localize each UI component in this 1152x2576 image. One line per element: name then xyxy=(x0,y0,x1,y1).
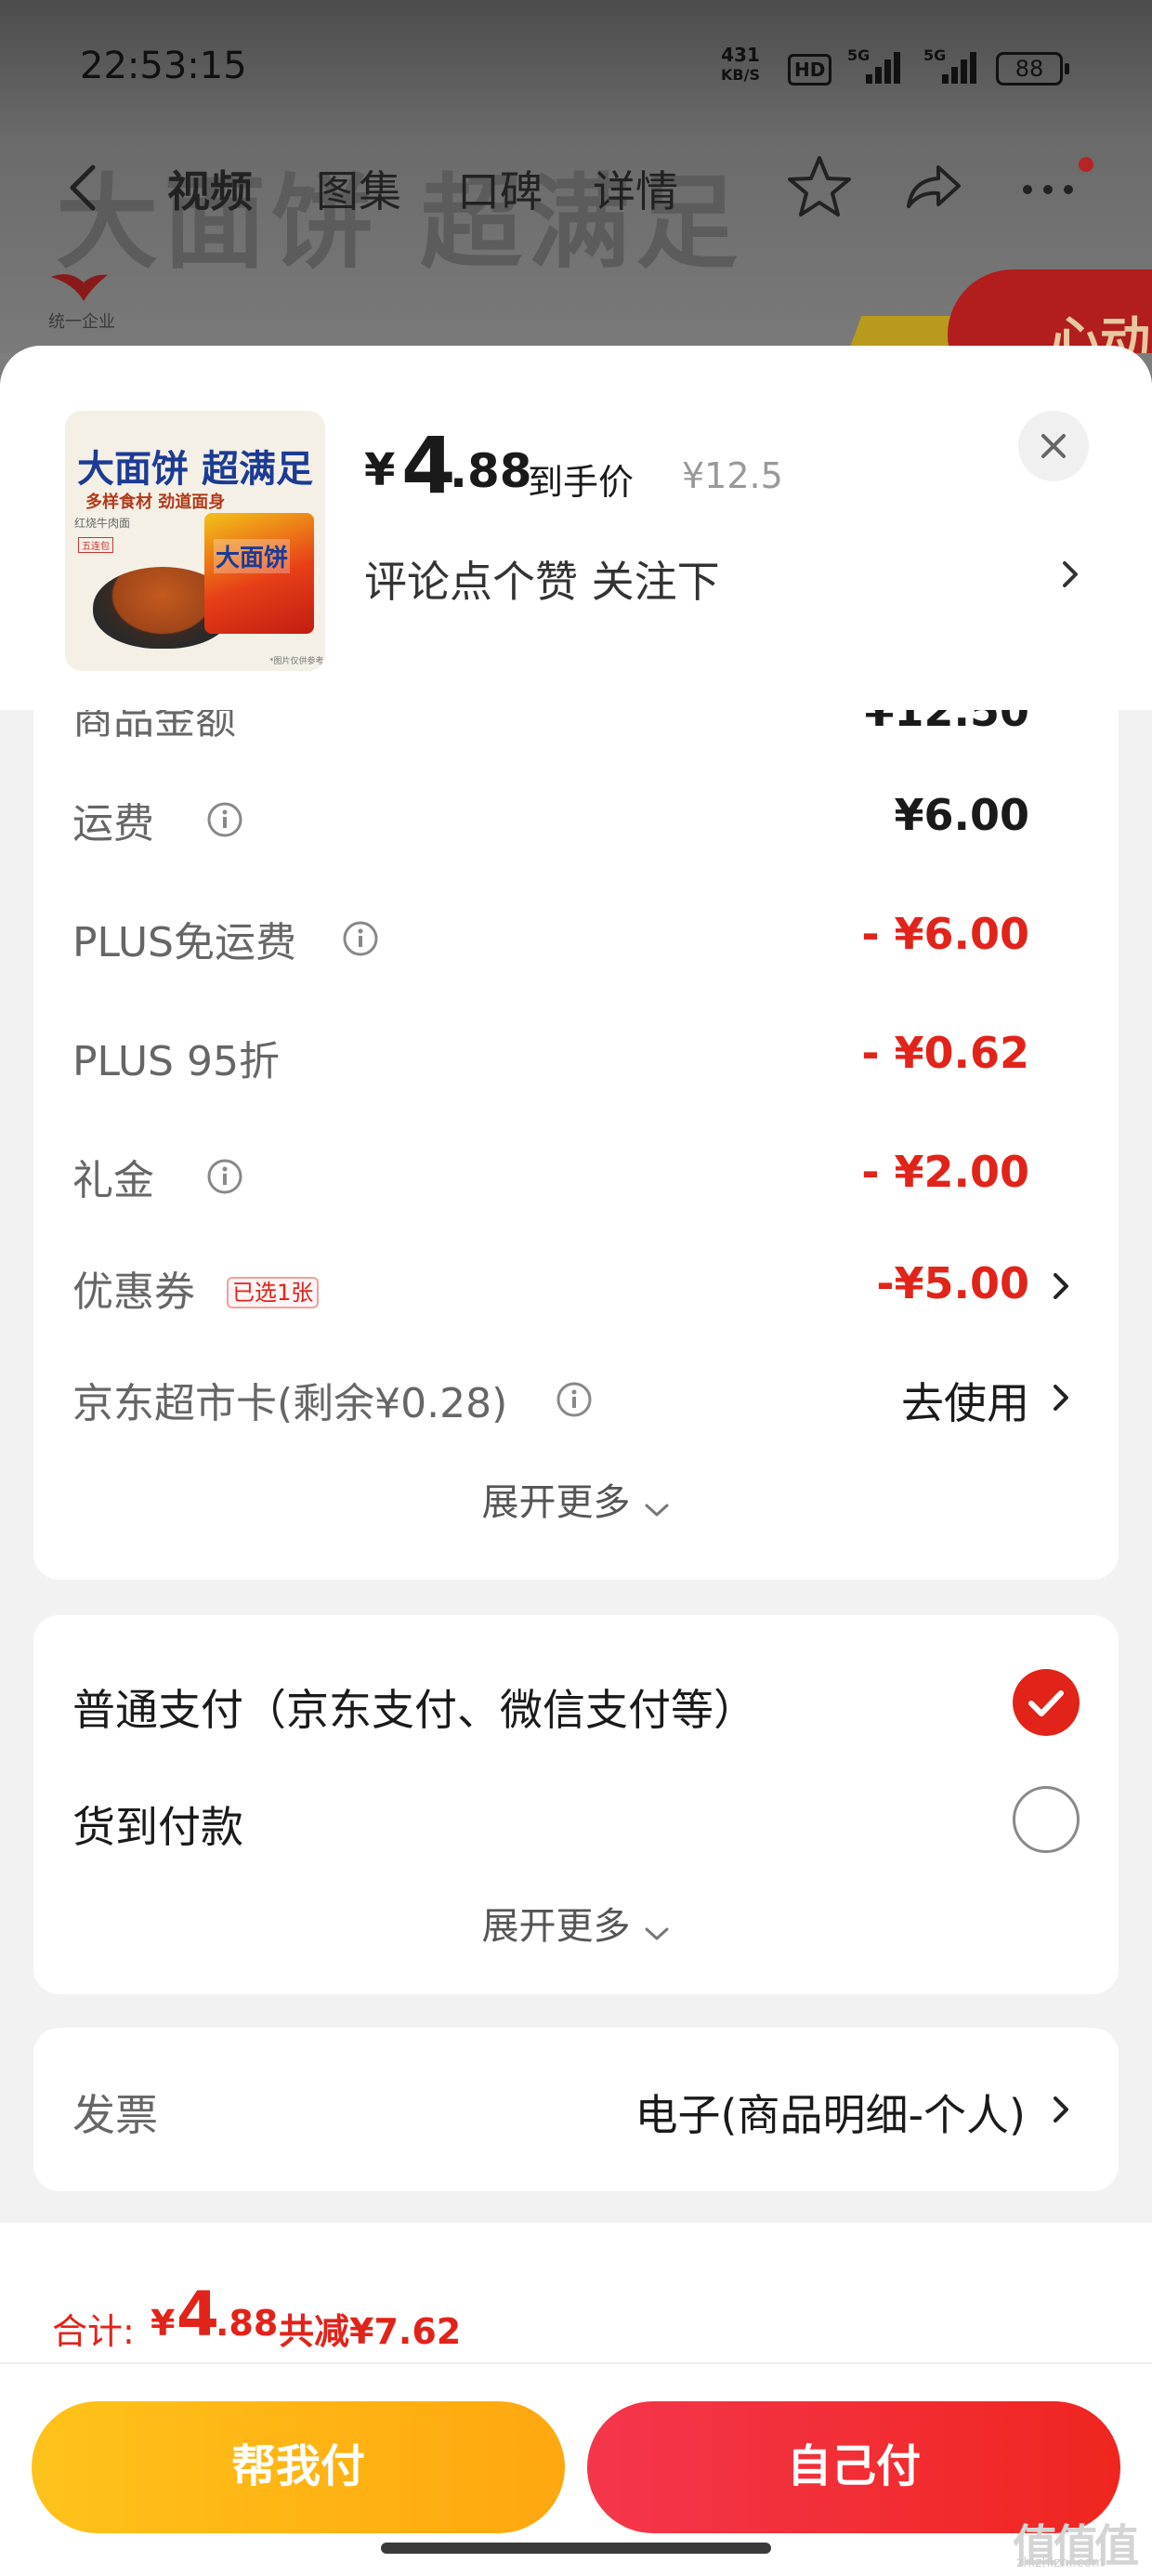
radio-unchecked-icon[interactable] xyxy=(1013,1786,1080,1853)
footer-divider xyxy=(0,2362,1152,2364)
promo-tip-row[interactable]: 评论点个赞 关注下 xyxy=(364,539,1089,610)
tab-reviews[interactable]: 口碑 xyxy=(457,158,543,219)
signal-label: 5G xyxy=(847,46,871,64)
price-symbol: ¥ xyxy=(364,444,396,496)
cost-row-shipping: 运费 ¥6.00 xyxy=(33,779,1119,853)
product-thumbnail[interactable]: 大面饼 超满足 多样食材 劲道面身 红烧牛肉面 五连包 大面饼 *图片仅供参考 xyxy=(65,411,325,671)
cost-row-plus-discount: PLUS 95折 - ¥0.62 xyxy=(33,1017,1119,1091)
radio-checked-icon[interactable] xyxy=(1013,1669,1080,1736)
original-price: ¥12.5 xyxy=(682,455,783,496)
chevron-right-icon xyxy=(1054,2096,1068,2123)
tab-gallery[interactable]: 图集 xyxy=(316,158,401,219)
cost-label: PLUS 95折 xyxy=(72,1038,280,1085)
info-icon[interactable] xyxy=(556,1381,593,1418)
payment-method-card: 普通支付（京东支付、微信支付等） 货到付款 展开更多 xyxy=(33,1615,1119,1994)
payment-option-label: 普通支付（京东支付、微信支付等） xyxy=(72,1685,756,1735)
cost-label: 京东超市卡(剩余¥0.28) xyxy=(72,1380,508,1427)
total-discount: 共减¥7.62 xyxy=(279,2311,462,2352)
home-indicator[interactable] xyxy=(381,2543,771,2554)
chevron-right-icon xyxy=(1063,561,1078,587)
tab-details[interactable]: 详情 xyxy=(593,158,678,219)
total-symbol: ¥ xyxy=(151,2303,176,2344)
battery-icon: 88 xyxy=(996,52,1069,85)
cost-breakdown-card: 商品金额 ¥12.50 运费 ¥6.00 PLUS免运费 - ¥6.00 PLU… xyxy=(33,710,1119,1580)
payment-option-standard[interactable]: 普通支付（京东支付、微信支付等） xyxy=(33,1660,1119,1743)
thumb-note: *图片仅供参考 xyxy=(269,657,324,666)
cost-value: - ¥2.00 xyxy=(861,1147,1029,1197)
top-nav: 视频 图集 口碑 详情 xyxy=(0,149,1152,232)
cost-value: ¥12.50 xyxy=(864,710,1029,736)
cost-value: - ¥0.62 xyxy=(861,1028,1029,1078)
info-icon[interactable] xyxy=(206,801,243,838)
back-arrow-icon[interactable] xyxy=(58,160,113,216)
total-label: 合计: xyxy=(52,2311,135,2352)
price-integer: 4 xyxy=(401,420,456,511)
signal-icon: 5G xyxy=(847,46,903,87)
checkout-sheet: 大面饼 超满足 多样食材 劲道面身 红烧牛肉面 五连包 大面饼 *图片仅供参考 … xyxy=(0,346,1152,2576)
signal-label-2: 5G xyxy=(923,46,947,64)
hd-icon: HD xyxy=(788,54,832,85)
thumb-tag-2: 五连包 xyxy=(78,537,113,553)
more-icon[interactable] xyxy=(1013,152,1083,223)
coupon-selected-badge: 已选1张 xyxy=(227,1277,320,1308)
pack-text: 大面饼 xyxy=(214,539,291,573)
promo-tip-text: 评论点个赞 关注下 xyxy=(364,557,720,607)
cost-value: - ¥6.00 xyxy=(861,909,1029,959)
info-icon[interactable] xyxy=(342,920,379,957)
watermark-url: zhizhizhi.com xyxy=(1016,2556,1105,2570)
chevron-down-icon xyxy=(645,1927,669,1939)
cost-row-plus-free-shipping: PLUS免运费 - ¥6.00 xyxy=(33,898,1119,972)
payment-option-label: 货到付款 xyxy=(72,1802,243,1852)
cost-label: PLUS免运费 xyxy=(72,919,296,966)
sheet-header: 大面饼 超满足 多样食材 劲道面身 红烧牛肉面 五连包 大面饼 *图片仅供参考 … xyxy=(0,346,1152,710)
net-speed-value: 431 xyxy=(721,44,760,66)
close-icon[interactable] xyxy=(1018,411,1089,481)
thumb-tag: 红烧牛肉面 xyxy=(74,517,131,530)
price-label: 到手价 xyxy=(528,462,635,503)
checkout-footer: 合计: ¥ 4 .88 共减¥7.62 帮我付 自己付 xyxy=(0,2223,1152,2576)
cost-label: 运费 xyxy=(72,800,154,848)
invoice-label: 发票 xyxy=(72,2090,158,2140)
chevron-down-icon xyxy=(645,1504,669,1516)
star-icon[interactable] xyxy=(784,152,855,223)
cost-label: 优惠券 xyxy=(72,1268,195,1316)
share-icon[interactable] xyxy=(897,152,968,223)
thumb-title: 大面饼 超满足 xyxy=(77,448,313,491)
expand-more-label: 展开更多 xyxy=(481,1905,631,1948)
cost-row-subtotal: 商品金额 ¥12.50 xyxy=(33,710,1119,749)
noodle-pack-image: 大面饼 xyxy=(204,513,314,634)
cost-value: 去使用 xyxy=(901,1378,1029,1428)
expand-more-costs[interactable]: 展开更多 xyxy=(33,1472,1119,1528)
brand-logo-text: 统一企业 xyxy=(48,312,115,332)
status-bar: 22:53:15 431 KB/S HD 5G 5G 88 xyxy=(0,37,1152,102)
cost-label: 礼金 xyxy=(72,1157,154,1204)
cost-value: -¥5.00 xyxy=(876,1258,1029,1308)
thumb-subtitle: 多样食材 劲道面身 xyxy=(85,493,226,512)
total-decimal: .88 xyxy=(216,2303,279,2344)
cost-label: 商品金额 xyxy=(72,710,236,743)
background-badge: 心动 xyxy=(948,269,1152,353)
cost-value: ¥6.00 xyxy=(894,790,1029,840)
cost-row-gift-money: 礼金 - ¥2.00 xyxy=(33,1136,1119,1210)
payment-option-cod[interactable]: 货到付款 xyxy=(33,1777,1119,1860)
signal-icon-2: 5G xyxy=(923,46,979,87)
invoice-card[interactable]: 发票 电子(商品明细-个人) xyxy=(33,2028,1119,2191)
cost-row-coupon[interactable]: 优惠券 已选1张 -¥5.00 xyxy=(33,1247,1119,1321)
expand-more-payment[interactable]: 展开更多 xyxy=(33,1896,1119,1952)
chevron-right-icon xyxy=(1054,1385,1068,1411)
status-time: 22:53:15 xyxy=(80,45,247,87)
tab-video[interactable]: 视频 xyxy=(167,158,253,219)
expand-more-label: 展开更多 xyxy=(481,1481,631,1524)
invoice-value: 电子(商品明细-个人) xyxy=(635,2090,1027,2140)
brand-logo-icon xyxy=(51,274,108,301)
price-decimal: .88 xyxy=(450,444,532,498)
info-icon[interactable] xyxy=(206,1158,243,1195)
notification-dot xyxy=(1076,154,1096,175)
total-integer: 4 xyxy=(177,2279,219,2350)
chevron-right-icon xyxy=(1054,1273,1068,1299)
status-net-speed: 431 KB/S xyxy=(721,45,760,85)
help-pay-button[interactable]: 帮我付 xyxy=(32,2401,565,2533)
cost-row-supermarket-card[interactable]: 京东超市卡(剩余¥0.28) 去使用 xyxy=(33,1359,1119,1433)
net-speed-unit: KB/S xyxy=(721,66,760,84)
